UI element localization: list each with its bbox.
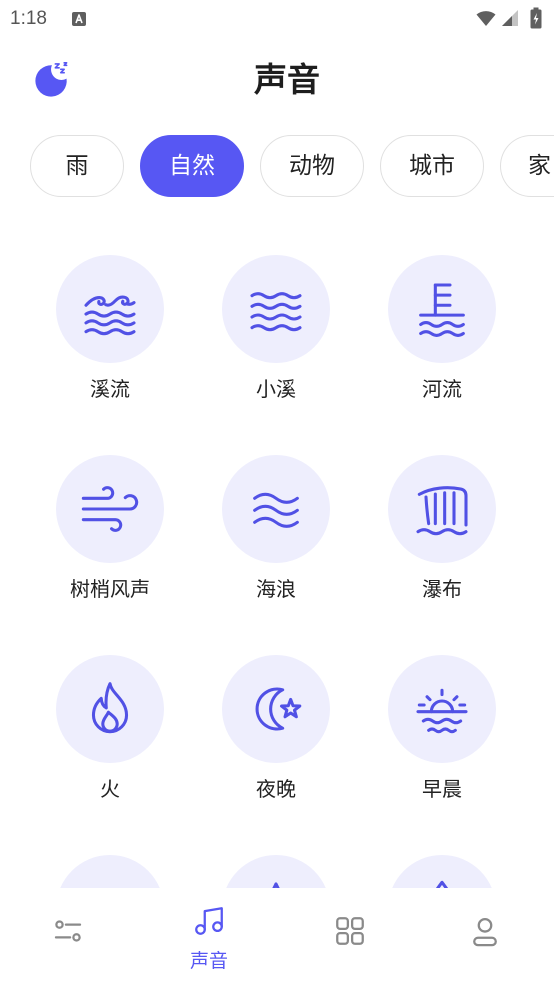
cloud-icon bbox=[78, 877, 142, 888]
sound-icon-circle[interactable] bbox=[56, 455, 164, 563]
sound-label: 海浪 bbox=[256, 579, 296, 601]
sound-item-morning[interactable]: 早晨 bbox=[359, 655, 525, 802]
nav-item-controls[interactable] bbox=[18, 900, 118, 984]
cellular-signal-icon bbox=[502, 10, 518, 26]
sound-icon-circle[interactable] bbox=[222, 255, 330, 363]
category-tab-home[interactable]: 家 bbox=[500, 135, 554, 197]
stream-waves-icon bbox=[84, 295, 136, 336]
sound-item-fire[interactable]: 火 bbox=[27, 655, 193, 802]
water-drop-icon bbox=[435, 880, 449, 888]
status-time: 1:18 bbox=[10, 8, 47, 29]
sound-item-waterfall[interactable]: 瀑布 bbox=[359, 455, 525, 602]
notification-a-icon bbox=[72, 12, 86, 26]
sound-item-brook[interactable]: 小溪 bbox=[193, 255, 359, 402]
wind-icon bbox=[81, 486, 139, 532]
sunrise-icon bbox=[416, 688, 468, 734]
sleep-moon-icon bbox=[35, 62, 68, 97]
wifi-icon bbox=[476, 11, 496, 26]
sound-item[interactable] bbox=[359, 855, 525, 888]
sound-label: 树梢风声 bbox=[70, 579, 150, 601]
waterfall-icon bbox=[416, 486, 468, 536]
page-title: 声音 bbox=[254, 61, 320, 98]
sound-grid: 溪流 小溪 河流 树梢风声 海浪 瀑布 火 夜晚 早晨 bbox=[0, 230, 554, 888]
sound-label: 溪流 bbox=[90, 379, 130, 401]
sound-item-night[interactable]: 夜晚 bbox=[193, 655, 359, 802]
sound-icon-circle[interactable] bbox=[388, 255, 496, 363]
sound-label: 河流 bbox=[422, 379, 462, 401]
fire-icon bbox=[91, 682, 129, 734]
sound-label: 火 bbox=[100, 779, 120, 801]
category-tab-city[interactable]: 城市 bbox=[380, 135, 484, 197]
sound-item-river[interactable]: 河流 bbox=[359, 255, 525, 402]
sound-item-treetop-wind[interactable]: 树梢风声 bbox=[27, 455, 193, 602]
sound-icon-circle[interactable] bbox=[388, 655, 496, 763]
sound-icon-circle[interactable] bbox=[388, 455, 496, 563]
category-tabs: 雨 自然 动物 城市 家 bbox=[0, 135, 554, 197]
sound-item[interactable] bbox=[27, 855, 193, 888]
sound-icon-circle[interactable] bbox=[56, 855, 164, 888]
battery-charging-icon bbox=[530, 7, 542, 29]
nav-item-sounds[interactable]: 声音 bbox=[159, 900, 259, 984]
category-tab-animals[interactable]: 动物 bbox=[260, 135, 364, 197]
sound-label: 瀑布 bbox=[422, 579, 462, 601]
sound-item-stream[interactable]: 溪流 bbox=[27, 255, 193, 402]
category-tab-nature[interactable]: 自然 bbox=[140, 135, 244, 197]
ocean-waves-icon bbox=[253, 492, 299, 528]
mountain-icon bbox=[272, 882, 280, 888]
sound-label: 夜晚 bbox=[256, 779, 296, 801]
nav-item-grid[interactable] bbox=[300, 900, 400, 984]
sliders-icon bbox=[54, 920, 82, 942]
nav-item-profile[interactable] bbox=[435, 900, 535, 984]
river-gauge-icon bbox=[419, 283, 465, 337]
sound-icon-circle[interactable] bbox=[388, 855, 496, 888]
sound-icon-circle[interactable] bbox=[222, 855, 330, 888]
sound-item-ocean-waves[interactable]: 海浪 bbox=[193, 455, 359, 602]
nav-label-sounds: 声音 bbox=[189, 951, 228, 972]
category-tab-rain[interactable]: 雨 bbox=[30, 135, 124, 197]
sound-icon-circle[interactable] bbox=[56, 655, 164, 763]
sound-icon-circle[interactable] bbox=[222, 455, 330, 563]
sleep-timer-button[interactable] bbox=[33, 60, 71, 98]
sound-icon-circle[interactable] bbox=[56, 255, 164, 363]
sound-label: 早晨 bbox=[422, 779, 462, 801]
music-note-icon bbox=[195, 907, 223, 935]
status-bar: 1:18 bbox=[0, 0, 554, 36]
sound-label: 小溪 bbox=[256, 379, 296, 401]
profile-icon bbox=[473, 917, 497, 947]
bottom-nav: 声音 bbox=[0, 888, 554, 984]
moon-star-icon bbox=[255, 687, 302, 731]
sound-icon-circle[interactable] bbox=[222, 655, 330, 763]
sound-item[interactable] bbox=[193, 855, 359, 888]
grid-icon bbox=[336, 917, 364, 945]
brook-waves-icon bbox=[250, 292, 302, 332]
